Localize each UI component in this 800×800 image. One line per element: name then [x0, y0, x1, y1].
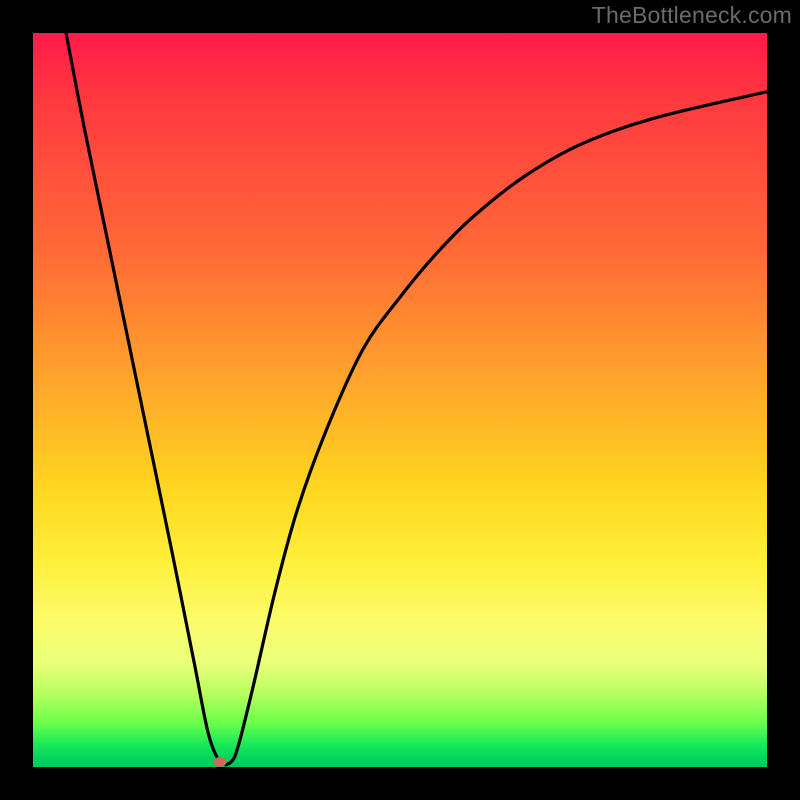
chart-frame: TheBottleneck.com: [0, 0, 800, 800]
minimum-marker: [214, 757, 227, 767]
plot-area: [33, 33, 767, 767]
bottleneck-curve: [33, 33, 767, 767]
watermark-text: TheBottleneck.com: [592, 2, 792, 29]
